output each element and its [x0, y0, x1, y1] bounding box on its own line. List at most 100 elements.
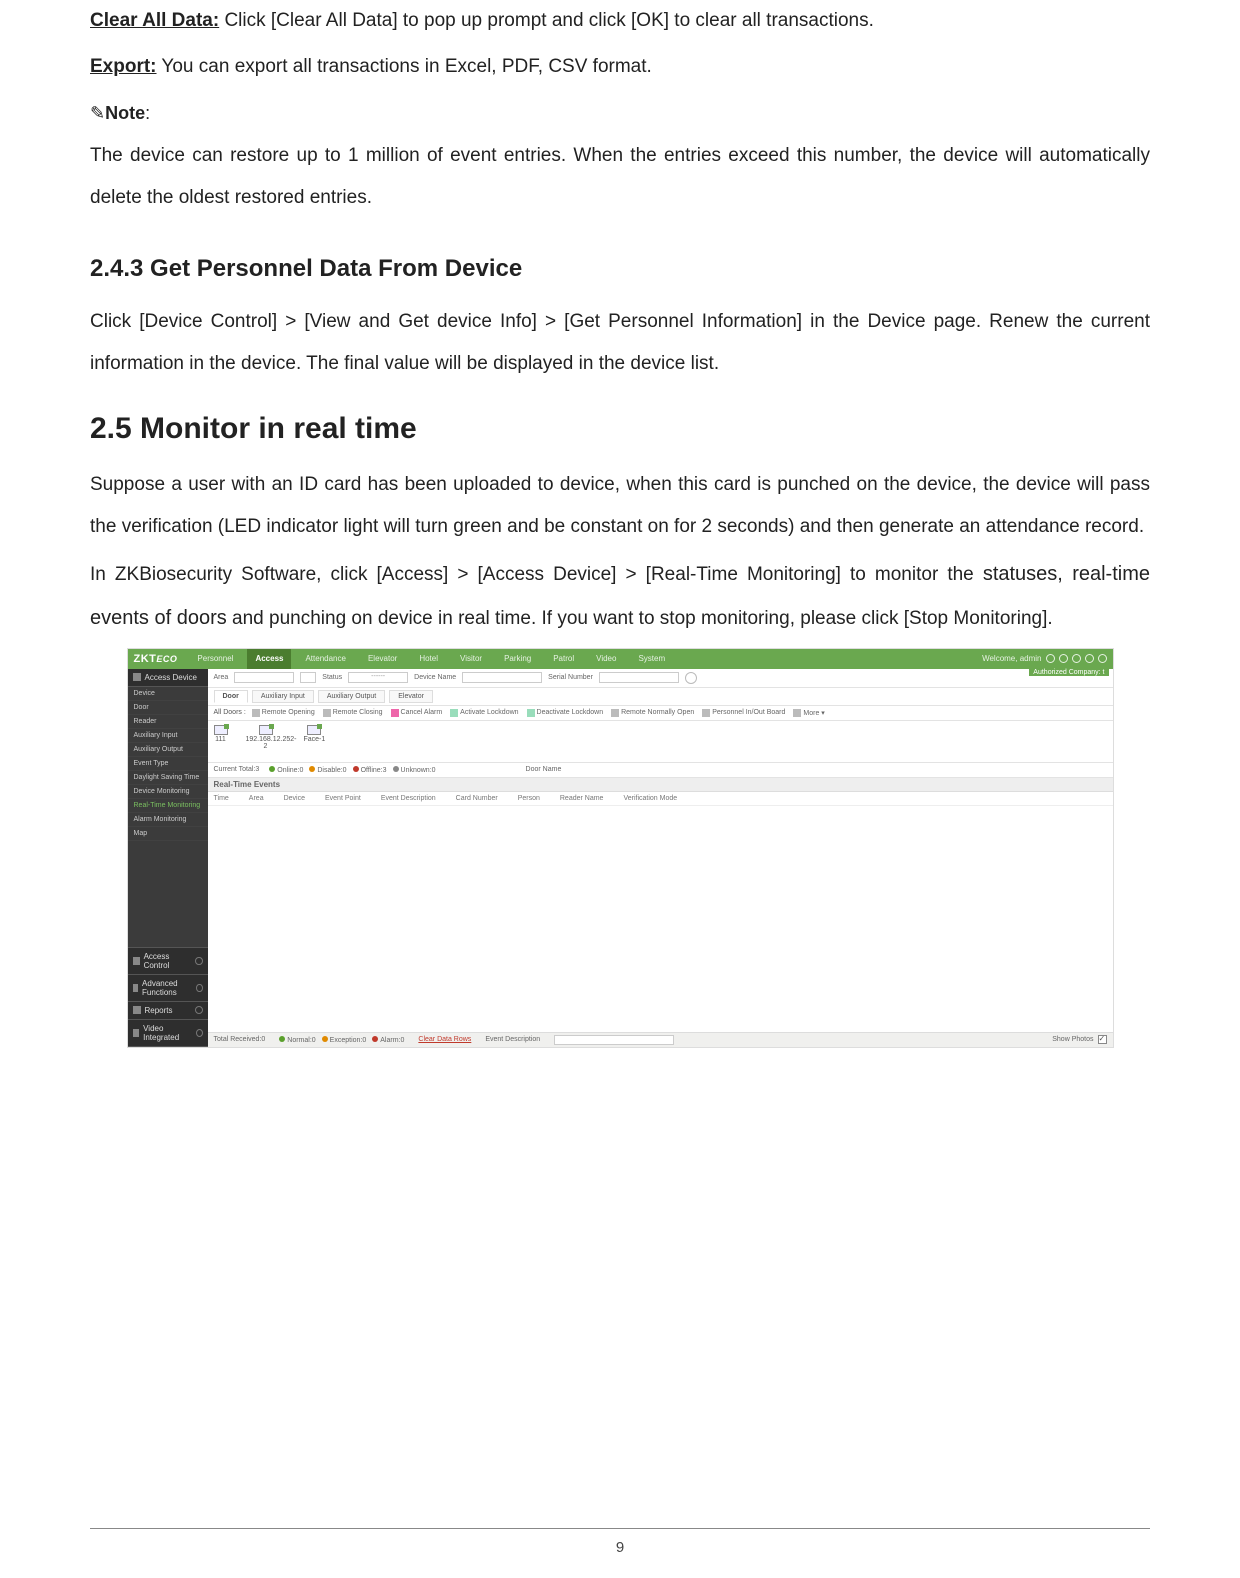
- body-2-5-a: Suppose a user with an ID card has been …: [90, 464, 1150, 548]
- power-icon[interactable]: [1046, 654, 1055, 663]
- door-icon: [259, 725, 273, 735]
- sidebar-item-event-type[interactable]: Event Type: [128, 757, 208, 771]
- all-doors-label: All Doors :: [214, 709, 246, 716]
- sidebar-item-door[interactable]: Door: [128, 701, 208, 715]
- export-label: Export:: [90, 56, 157, 77]
- sidebar-section-video-integrated[interactable]: Video Integrated: [128, 1020, 208, 1047]
- sidebar-item-map[interactable]: Map: [128, 827, 208, 841]
- area-label: Area: [214, 674, 229, 681]
- device-192-168-12-252-2[interactable]: 192.168.12.252-2: [246, 725, 286, 750]
- device-111[interactable]: 111: [214, 725, 228, 743]
- toolbar-activate-lockdown[interactable]: Activate Lockdown: [450, 709, 518, 717]
- area-input[interactable]: [234, 672, 294, 683]
- show-photos-label: Show Photos: [1052, 1036, 1093, 1043]
- tab-patrol[interactable]: Patrol: [545, 649, 582, 669]
- toolbar-cancel-alarm[interactable]: Cancel Alarm: [391, 709, 443, 717]
- toolbar-remote-normally-open[interactable]: Remote Normally Open: [611, 709, 694, 717]
- tab-system[interactable]: System: [630, 649, 673, 669]
- sidebar-item-daylight-saving-time[interactable]: Daylight Saving Time: [128, 771, 208, 785]
- toolbar-remote-closing[interactable]: Remote Closing: [323, 709, 383, 717]
- welcome-text: Welcome, admin: [982, 654, 1041, 663]
- screenshot: ZKTECO Personnel Access Attendance Elevator…: [127, 648, 1114, 1048]
- toolbar-icon: [611, 709, 619, 717]
- realtime-columns: TimeAreaDeviceEvent PointEvent Descripti…: [208, 792, 1113, 806]
- toolbar-deactivate-lockdown[interactable]: Deactivate Lockdown: [527, 709, 604, 717]
- subtab-door[interactable]: Door: [214, 690, 248, 703]
- subtab-elevator[interactable]: Elevator: [389, 690, 433, 703]
- status-legend-unknown: Unknown:0: [393, 766, 436, 774]
- col-verification-mode: Verification Mode: [623, 795, 677, 802]
- clear-all-data-body: Click [Clear All Data] to pop up prompt …: [219, 10, 874, 31]
- expand-icon[interactable]: [195, 957, 202, 965]
- toolbar-icon: [252, 709, 260, 717]
- sidebar-section-label: Access Device: [145, 673, 197, 682]
- serial-input[interactable]: [599, 672, 679, 683]
- toolbar-icon: [793, 709, 801, 717]
- clear-all-data-para: Clear All Data: Click [Clear All Data] t…: [90, 0, 1150, 42]
- door-icon: [307, 725, 321, 735]
- toolbar-icon: [323, 709, 331, 717]
- col-area: Area: [249, 795, 264, 802]
- event-desc-label: Event Description: [485, 1036, 540, 1043]
- sidebar-item-device[interactable]: Device: [128, 687, 208, 701]
- col-reader-name: Reader Name: [560, 795, 604, 802]
- help-icon[interactable]: [1072, 654, 1081, 663]
- toolbar-more-[interactable]: More ▾: [793, 709, 824, 717]
- sidebar-section-access-control[interactable]: Access Control: [128, 948, 208, 975]
- status-legend-online: Online:0: [269, 766, 303, 774]
- tab-hotel[interactable]: Hotel: [411, 649, 446, 669]
- tab-attendance[interactable]: Attendance: [297, 649, 353, 669]
- event-desc-input[interactable]: [554, 1035, 674, 1045]
- logout-icon[interactable]: [1098, 654, 1107, 663]
- page-number: 9: [90, 1528, 1150, 1556]
- device-name-input[interactable]: [462, 672, 542, 683]
- tab-personnel[interactable]: Personnel: [189, 649, 241, 669]
- tab-parking[interactable]: Parking: [496, 649, 539, 669]
- col-device: Device: [284, 795, 305, 802]
- sidebar-section-access-device[interactable]: Access Device: [128, 669, 208, 687]
- area-picker-button[interactable]: [300, 672, 316, 683]
- sidebar-item-device-monitoring[interactable]: Device Monitoring: [128, 785, 208, 799]
- expand-icon[interactable]: [196, 984, 202, 992]
- export-body: You can export all transactions in Excel…: [157, 56, 652, 77]
- toolbar-icon: [702, 709, 710, 717]
- sidebar-section-advanced-functions[interactable]: Advanced Functions: [128, 975, 208, 1002]
- sidebar-item-real-time-monitoring[interactable]: Real-Time Monitoring: [128, 799, 208, 813]
- about-icon[interactable]: [1085, 654, 1094, 663]
- status-select[interactable]: ------: [348, 672, 408, 683]
- expand-icon[interactable]: [196, 1029, 203, 1037]
- device-area: 111 192.168.12.252-2 Face-1: [208, 721, 1113, 763]
- brand-suffix: ECO: [156, 654, 177, 664]
- sidebar-section-reports[interactable]: Reports: [128, 1002, 208, 1020]
- sidebar-item-auxiliary-input[interactable]: Auxiliary Input: [128, 729, 208, 743]
- section-icon: [133, 1029, 140, 1037]
- heading-2-4-3: 2.4.3 Get Personnel Data From Device: [90, 255, 1150, 283]
- tab-access[interactable]: Access: [247, 649, 291, 669]
- tab-video[interactable]: Video: [588, 649, 624, 669]
- show-photos-checkbox[interactable]: [1098, 1035, 1107, 1044]
- info-icon[interactable]: [1059, 654, 1068, 663]
- subtab-auxiliary-input[interactable]: Auxiliary Input: [252, 690, 314, 703]
- status-label: Status: [322, 674, 342, 681]
- tab-elevator[interactable]: Elevator: [360, 649, 405, 669]
- device-Face-1[interactable]: Face-1: [304, 725, 326, 743]
- clear-data-rows-link[interactable]: Clear Data Rows: [418, 1036, 471, 1043]
- sidebar-item-reader[interactable]: Reader: [128, 715, 208, 729]
- search-icon[interactable]: [685, 672, 697, 684]
- top-tabs: Personnel Access Attendance Elevator Hotel Vi…: [189, 649, 673, 669]
- expand-icon[interactable]: [195, 1006, 203, 1014]
- subtab-auxiliary-output[interactable]: Auxiliary Output: [318, 690, 385, 703]
- device-icon: [133, 673, 141, 681]
- toolbar-icon: [391, 709, 399, 717]
- col-event-point: Event Point: [325, 795, 361, 802]
- note-body: The device can restore up to 1 million o…: [90, 135, 1150, 219]
- toolbar-remote-opening[interactable]: Remote Opening: [252, 709, 315, 717]
- toolbar-icon: [527, 709, 535, 717]
- tab-visitor[interactable]: Visitor: [452, 649, 490, 669]
- sidebar-item-alarm-monitoring[interactable]: Alarm Monitoring: [128, 813, 208, 827]
- brand-text: ZKT: [134, 653, 157, 665]
- door-icon: [214, 725, 228, 735]
- sidebar-item-auxiliary-output[interactable]: Auxiliary Output: [128, 743, 208, 757]
- door-name-label: Door Name: [526, 766, 562, 773]
- toolbar-personnel-in-out-board[interactable]: Personnel In/Out Board: [702, 709, 785, 717]
